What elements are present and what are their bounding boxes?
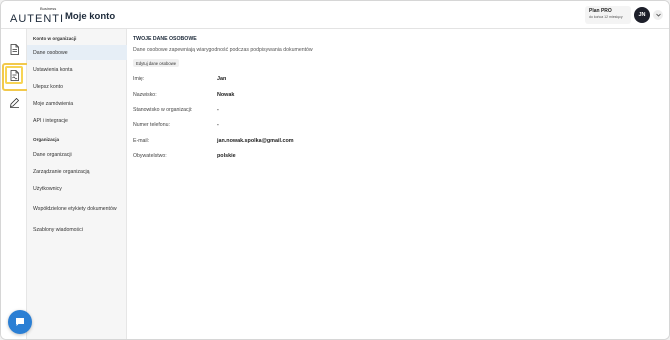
field-label-email: E-mail: — [133, 138, 150, 144]
field-value-position: - — [217, 107, 219, 113]
field-label-last-name: Nazwisko: — [133, 92, 157, 98]
submenu-item-organization-data[interactable]: Dane organizacji — [27, 147, 127, 162]
submenu-section-organization: Organizacja — [33, 137, 60, 142]
field-label-phone: Numer telefonu: — [133, 122, 170, 128]
field-label-first-name: Imię: — [133, 76, 145, 82]
document-signed-icon — [10, 69, 19, 81]
chat-button[interactable] — [8, 310, 32, 334]
logo-text: AUTENTI — [10, 13, 65, 25]
plan-name: Plan PRO — [589, 8, 612, 14]
submenu-section-account: Konto w organizacji — [33, 36, 77, 41]
logo-business-label: Business — [40, 6, 57, 11]
page-title: Moje konto — [65, 11, 116, 22]
pen-icon — [9, 97, 19, 108]
field-value-citizenship: polskie — [217, 153, 236, 159]
chat-icon — [16, 318, 24, 326]
rail-documents-button[interactable] — [5, 40, 23, 58]
submenu-item-personal-data[interactable]: Dane osobowe — [27, 45, 127, 60]
account-menu-button[interactable] — [653, 10, 663, 20]
submenu-item-my-orders[interactable]: Moje zamówienia — [27, 96, 127, 111]
chevron-down-icon — [655, 13, 661, 17]
field-value-last-name: Nowak — [217, 92, 235, 98]
plan-validity: do końca 12 miesięcy — [589, 15, 623, 19]
submenu-item-organization-management[interactable]: Zarządzanie organizacją — [27, 164, 127, 179]
section-title: TWOJE DANE OSOBOWE — [133, 36, 197, 42]
field-label-position: Stanowisko w organizacji: — [133, 107, 193, 113]
submenu-item-api[interactable]: API i integracje — [27, 113, 127, 128]
submenu-item-account-settings[interactable]: Ustawienia konta — [27, 62, 127, 77]
submenu-item-shared-labels[interactable]: Współdzielone etykiety dokumentów — [27, 198, 117, 220]
rail-sign-button[interactable] — [5, 93, 23, 111]
avatar[interactable]: JN — [634, 7, 650, 23]
app-window: Business AUTENTI Moje konto Plan PRO do … — [0, 0, 670, 340]
autenti-logo[interactable]: Business AUTENTI — [10, 6, 65, 25]
field-value-first-name: Jan — [217, 76, 227, 82]
top-bar: Business AUTENTI Moje konto Plan PRO do … — [1, 1, 669, 29]
field-label-citizenship: Obywatelstwo: — [133, 153, 167, 159]
submenu-item-users[interactable]: Użytkownicy — [27, 181, 127, 196]
rail-account-button[interactable] — [2, 63, 30, 91]
section-description: Dane osobowe zapewniają wiarygodność pod… — [133, 47, 313, 53]
field-value-email: jan.nowak.spolka@gmail.com — [217, 138, 294, 144]
document-icon — [10, 43, 19, 55]
field-value-phone: - — [217, 122, 219, 128]
submenu-item-upgrade-account[interactable]: Ulepsz konto — [27, 79, 127, 94]
submenu-item-message-templates[interactable]: Szablony wiadomości — [27, 222, 127, 237]
edit-personal-data-button[interactable]: Edytuj dane osobowe — [133, 59, 180, 67]
settings-submenu: Konto w organizacji Dane osobowe Ustawie… — [27, 29, 127, 339]
main-content: TWOJE DANE OSOBOWE Dane osobowe zapewnia… — [127, 29, 669, 339]
icon-rail — [1, 29, 30, 339]
plan-badge[interactable]: Plan PRO do końca 12 miesięcy — [585, 6, 631, 24]
